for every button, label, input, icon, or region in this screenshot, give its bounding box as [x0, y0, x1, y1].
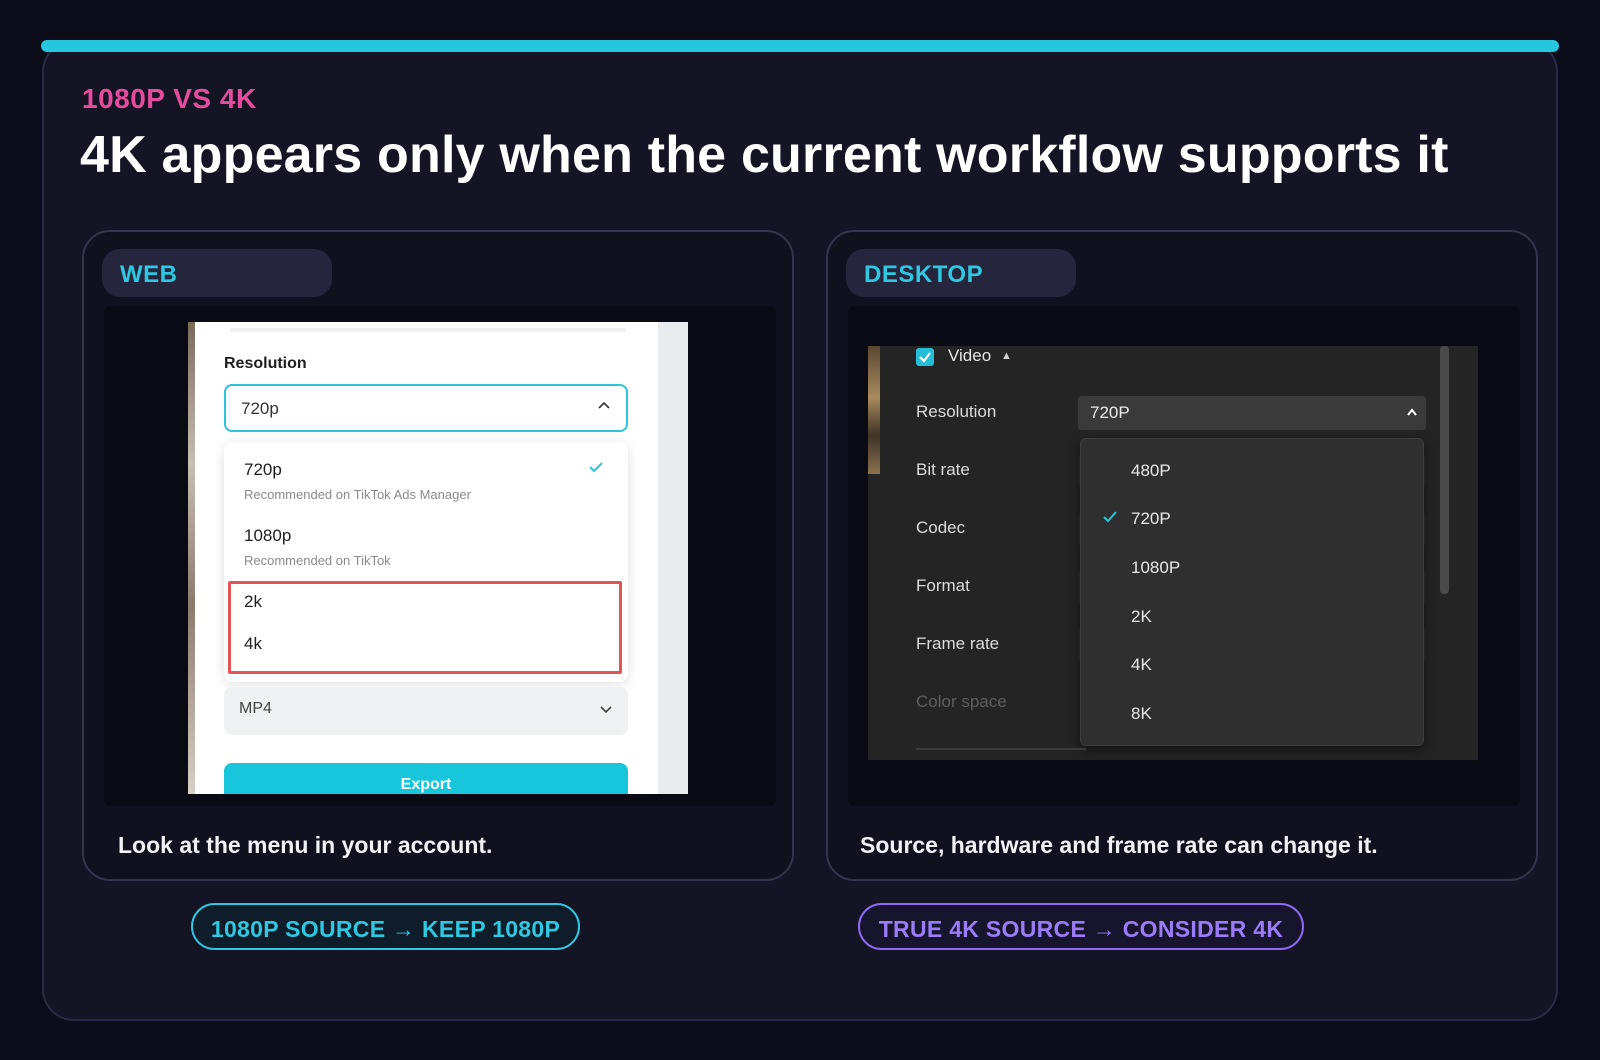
- video-preview-strip: [868, 346, 880, 474]
- tag-4k-source: TRUE 4K SOURCE → CONSIDER 4K: [858, 903, 1304, 950]
- format-select[interactable]: MP4: [224, 687, 628, 735]
- desktop-badge: DESKTOP: [846, 249, 1076, 297]
- web-caption: Look at the menu in your account.: [118, 832, 493, 858]
- desktop-export-screenshot: Video ▲ Resolution Bit rate Codec Format…: [868, 346, 1478, 760]
- frame-rate-row-label: Frame rate: [916, 634, 1000, 653]
- video-preview-strip: [188, 322, 195, 794]
- codec-row-label: Codec: [916, 518, 966, 537]
- web-export-screenshot: Resolution 720p 720p Recommended on TikT…: [188, 322, 688, 794]
- option-4k[interactable]: 4K: [1131, 655, 1152, 675]
- format-row-label: Format: [916, 576, 970, 595]
- eyebrow-label: 1080P VS 4K: [82, 83, 257, 114]
- check-icon: [589, 462, 603, 473]
- check-icon: [919, 352, 931, 363]
- option-label: 1080p: [244, 526, 292, 545]
- resolution-row-label: Resolution: [916, 402, 997, 421]
- divider: [916, 748, 1086, 750]
- web-panel: WEB Resolution 720p 720p Recommended on …: [82, 230, 794, 881]
- resolution-label: Resolution: [224, 355, 307, 372]
- chevron-down-icon: [600, 706, 612, 714]
- divider: [230, 328, 626, 332]
- chevron-up-icon: [1407, 408, 1417, 416]
- option-description: Recommended on TikTok: [244, 553, 391, 568]
- chevron-up-icon: [598, 401, 610, 409]
- accent-top-bar: [41, 40, 1559, 52]
- scrollbar[interactable]: [1440, 346, 1449, 594]
- resolution-select[interactable]: 720P: [1078, 396, 1426, 430]
- scroll-gutter: [658, 322, 688, 794]
- option-2k[interactable]: 2K: [1131, 607, 1152, 627]
- option-1080p[interactable]: 1080P: [1131, 558, 1180, 578]
- check-icon: [1103, 511, 1117, 523]
- option-720p[interactable]: 720P: [1131, 509, 1171, 529]
- video-section-label: Video: [948, 346, 992, 365]
- desktop-panel: DESKTOP Video ▲ Resolution Bit rate Code…: [826, 230, 1538, 881]
- option-description: Recommended on TikTok Ads Manager: [244, 487, 471, 502]
- video-checkbox[interactable]: [916, 348, 934, 366]
- page-title: 4K appears only when the current workflo…: [80, 126, 1449, 184]
- resolution-selected-value: 720P: [1090, 403, 1130, 422]
- option-label: 720p: [244, 460, 282, 479]
- resolution-selected-value: 720p: [241, 399, 279, 418]
- option-480p[interactable]: 480P: [1131, 461, 1171, 481]
- highlight-box: [228, 581, 622, 674]
- color-space-row-label: Color space: [916, 692, 1007, 711]
- caret-up-icon[interactable]: ▲: [1001, 350, 1012, 362]
- format-selected-value: MP4: [239, 700, 272, 717]
- desktop-caption: Source, hardware and frame rate can chan…: [860, 832, 1378, 858]
- export-button[interactable]: Export: [224, 763, 628, 794]
- resolution-select[interactable]: 720p: [224, 384, 628, 432]
- option-8k[interactable]: 8K: [1131, 704, 1152, 724]
- bit-rate-row-label: Bit rate: [916, 460, 970, 479]
- resolution-dropdown-menu: 480P 720P 1080P 2K 4K 8K: [1080, 438, 1424, 746]
- tag-1080p-source: 1080P SOURCE → KEEP 1080P: [191, 903, 580, 950]
- web-badge: WEB: [102, 249, 332, 297]
